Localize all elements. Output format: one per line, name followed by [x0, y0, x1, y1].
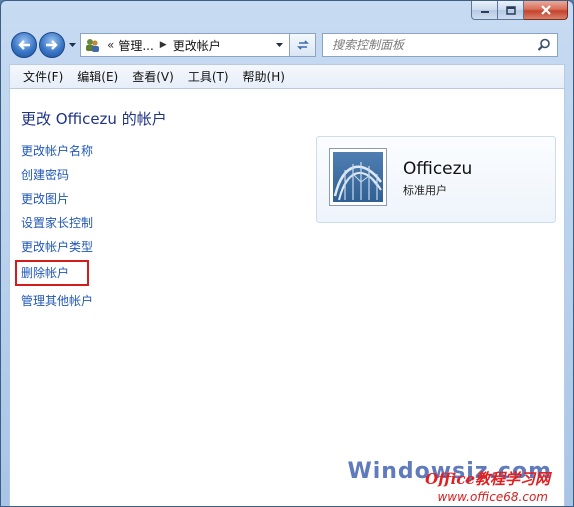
watermark-brand: Office教程学习网	[425, 470, 550, 488]
user-account-tile: Officezu 标准用户	[316, 136, 556, 223]
forward-button[interactable]	[39, 32, 65, 58]
chevron-down-icon	[68, 42, 76, 47]
change-picture-link[interactable]: 更改图片	[21, 192, 93, 216]
close-icon	[540, 5, 551, 15]
user-accounts-icon	[81, 37, 103, 53]
avatar	[329, 148, 387, 206]
address-bar[interactable]: « 管理... ▶ 更改帐户	[80, 33, 290, 57]
close-button[interactable]	[524, 1, 568, 20]
page-title: 更改 Officezu 的帐户	[21, 110, 167, 128]
refresh-button[interactable]	[290, 33, 316, 57]
manage-other-accounts-link[interactable]: 管理其他帐户	[21, 294, 93, 318]
delete-account-link[interactable]: 删除帐户	[15, 260, 89, 286]
user-name: Officezu	[403, 159, 473, 179]
breadcrumb-separator-icon[interactable]: ▶	[160, 40, 167, 50]
menu-bar: 文件(F) 编辑(E) 查看(V) 工具(T) 帮助(H)	[9, 64, 565, 88]
maximize-button[interactable]	[498, 1, 524, 20]
search-icon[interactable]	[537, 38, 551, 55]
menu-tools[interactable]: 工具(T)	[181, 68, 236, 85]
back-arrow-icon	[18, 40, 30, 50]
roller-coaster-picture-icon	[333, 152, 383, 202]
menu-file[interactable]: 文件(F)	[16, 68, 70, 85]
minimize-icon	[480, 11, 489, 13]
refresh-icon	[296, 40, 309, 50]
watermark-url: www.office68.com	[437, 490, 548, 504]
address-dropdown-button[interactable]	[271, 34, 287, 56]
address-overflow[interactable]: «	[107, 38, 114, 52]
change-account-name-link[interactable]: 更改帐户名称	[21, 144, 93, 168]
user-account-type: 标准用户	[403, 184, 447, 197]
menu-edit[interactable]: 编辑(E)	[70, 68, 125, 85]
content-pane: 更改 Officezu 的帐户 更改帐户名称 创建密码 更改图片 设置家长控制 …	[9, 88, 565, 506]
recent-pages-dropdown[interactable]	[67, 32, 77, 58]
menu-help[interactable]: 帮助(H)	[236, 68, 292, 85]
back-button[interactable]	[11, 32, 37, 58]
task-list: 更改帐户名称 创建密码 更改图片 设置家长控制 更改帐户类型 删除帐户 管理其他…	[15, 144, 93, 318]
navigation-bar: « 管理... ▶ 更改帐户	[11, 31, 565, 59]
forward-arrow-icon	[46, 40, 58, 50]
breadcrumb-change-account[interactable]: 更改帐户	[173, 37, 221, 54]
parental-controls-link[interactable]: 设置家长控制	[21, 216, 93, 240]
search-box[interactable]	[322, 33, 558, 57]
search-input[interactable]	[332, 38, 532, 52]
maximize-icon	[505, 5, 516, 15]
chevron-down-icon	[275, 42, 283, 47]
caption-buttons	[471, 1, 568, 21]
create-password-link[interactable]: 创建密码	[21, 168, 93, 192]
minimize-button[interactable]	[471, 1, 498, 20]
menu-view[interactable]: 查看(V)	[125, 68, 181, 85]
breadcrumb-manage[interactable]: 管理...	[118, 37, 153, 54]
control-panel-window: « 管理... ▶ 更改帐户 文件(F) 编辑(E) 查看(V) 工具(T) 帮…	[0, 0, 574, 507]
